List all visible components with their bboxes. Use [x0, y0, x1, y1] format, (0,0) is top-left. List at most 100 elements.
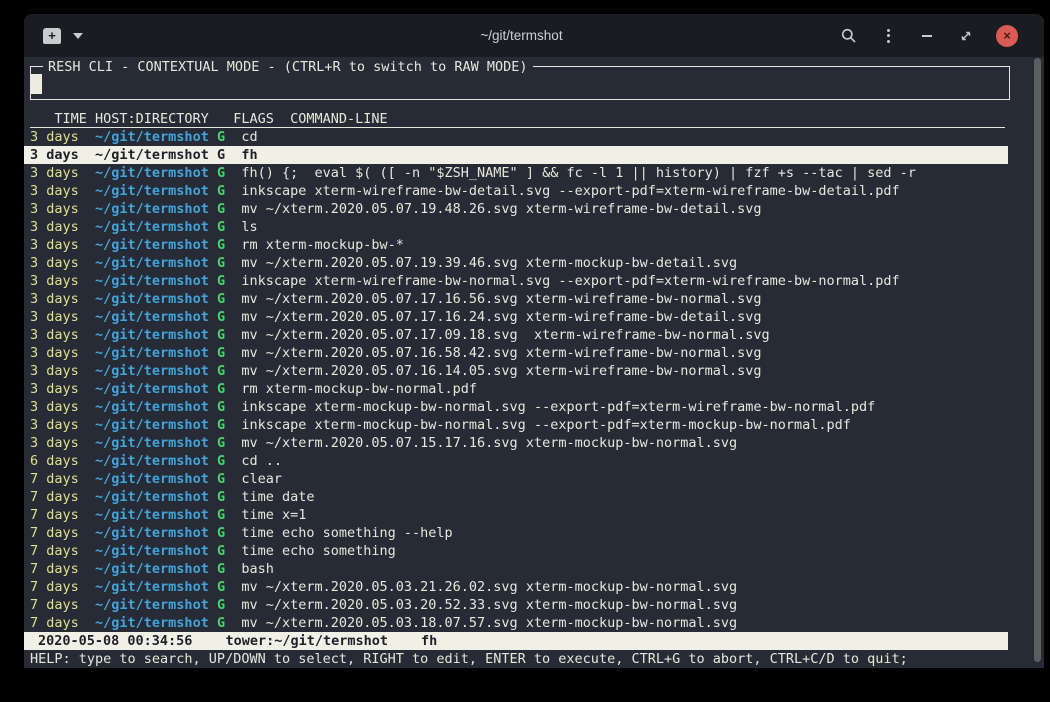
cell-time: 7 days [30, 489, 95, 505]
cell-time: 7 days [30, 525, 95, 541]
cell-time: 7 days [30, 543, 95, 559]
cell-cmd: mv ~/xterm.2020.05.07.17.09.18.svg xterm… [241, 327, 769, 343]
cell-cmd: inkscape xterm-wireframe-bw-normal.svg -… [241, 273, 899, 289]
cell-flag: G [217, 309, 241, 325]
restore-button[interactable] [957, 27, 975, 45]
scrollbar[interactable] [1030, 57, 1044, 668]
cell-flag: G [217, 381, 241, 397]
search-icon[interactable] [840, 27, 858, 45]
new-tab-button[interactable]: + [43, 28, 61, 44]
cell-time: 3 days [30, 219, 95, 235]
history-row-selected[interactable]: 3 days ~/git/termshot G fh [24, 146, 1008, 164]
cell-cmd: inkscape xterm-mockup-bw-normal.svg --ex… [241, 417, 851, 433]
scrollbar-thumb[interactable] [1034, 58, 1041, 662]
status-command: fh [421, 633, 437, 649]
cell-cmd: cd [241, 129, 257, 145]
history-row[interactable]: 3 days ~/git/termshot G inkscape xterm-w… [24, 272, 1008, 290]
history-row[interactable]: 3 days ~/git/termshot G cd [24, 128, 1008, 146]
cell-dir: ~/git/termshot [95, 291, 217, 307]
history-row[interactable]: 3 days ~/git/termshot G mv ~/xterm.2020.… [24, 326, 1008, 344]
cell-dir: ~/git/termshot [95, 381, 217, 397]
cell-flag: G [217, 237, 241, 253]
cell-cmd: bash [241, 561, 274, 577]
history-row[interactable]: 6 days ~/git/termshot G cd .. [24, 452, 1008, 470]
history-row[interactable]: 3 days ~/git/termshot G fh() {; eval $( … [24, 164, 1008, 182]
cell-dir: ~/git/termshot [95, 165, 217, 181]
cell-flag: G [217, 399, 241, 415]
cell-dir: ~/git/termshot [95, 255, 217, 271]
cell-flag: G [217, 291, 241, 307]
cell-time: 3 days [30, 381, 95, 397]
history-row[interactable]: 3 days ~/git/termshot G ls [24, 218, 1008, 236]
cell-dir: ~/git/termshot [95, 525, 217, 541]
text-cursor [31, 74, 42, 94]
cell-flag: G [217, 255, 241, 271]
history-row[interactable]: 3 days ~/git/termshot G inkscape xterm-m… [24, 416, 1008, 434]
history-row[interactable]: 3 days ~/git/termshot G mv ~/xterm.2020.… [24, 254, 1008, 272]
history-row[interactable]: 3 days ~/git/termshot G inkscape xterm-w… [24, 182, 1008, 200]
status-datetime: 2020-05-08 00:34:56 [38, 633, 192, 649]
history-row[interactable]: 3 days ~/git/termshot G mv ~/xterm.2020.… [24, 308, 1008, 326]
cell-flag: G [217, 543, 241, 559]
window-title: ~/git/termshot [203, 28, 840, 43]
history-row[interactable]: 3 days ~/git/termshot G rm xterm-mockup-… [24, 380, 1008, 398]
cell-dir: ~/git/termshot [95, 597, 217, 613]
history-row[interactable]: 7 days ~/git/termshot G mv ~/xterm.2020.… [24, 596, 1008, 614]
help-line: HELP: type to search, UP/DOWN to select,… [24, 650, 1044, 668]
cell-cmd: clear [241, 471, 282, 487]
cell-dir: ~/git/termshot [95, 201, 217, 217]
cell-dir: ~/git/termshot [95, 273, 217, 289]
cell-flag: G [217, 363, 241, 379]
cell-time: 3 days [30, 327, 95, 343]
cell-cmd: inkscape xterm-mockup-bw-normal.svg --ex… [241, 399, 875, 415]
cell-dir: ~/git/termshot [95, 363, 217, 379]
cell-flag: G [217, 561, 241, 577]
cell-time: 3 days [30, 183, 95, 199]
history-row[interactable]: 7 days ~/git/termshot G mv ~/xterm.2020.… [24, 614, 1008, 632]
cell-time: 3 days [30, 309, 95, 325]
history-row[interactable]: 3 days ~/git/termshot G mv ~/xterm.2020.… [24, 200, 1008, 218]
cell-cmd: fh [241, 147, 257, 163]
cell-dir: ~/git/termshot [95, 615, 217, 631]
cell-time: 3 days [30, 435, 95, 451]
cell-cmd: inkscape xterm-wireframe-bw-detail.svg -… [241, 183, 899, 199]
history-row[interactable]: 3 days ~/git/termshot G rm xterm-mockup-… [24, 236, 1008, 254]
history-row[interactable]: 3 days ~/git/termshot G mv ~/xterm.2020.… [24, 362, 1008, 380]
table-header: TIME HOST:DIRECTORY FLAGS COMMAND-LINE [30, 110, 1005, 128]
cell-time: 7 days [30, 561, 95, 577]
cell-cmd: time date [241, 489, 314, 505]
history-row[interactable]: 3 days ~/git/termshot G mv ~/xterm.2020.… [24, 344, 1008, 362]
history-row[interactable]: 3 days ~/git/termshot G mv ~/xterm.2020.… [24, 290, 1008, 308]
cell-flag: G [217, 597, 241, 613]
history-row[interactable]: 3 days ~/git/termshot G inkscape xterm-m… [24, 398, 1008, 416]
search-box[interactable]: RESH CLI - CONTEXTUAL MODE - (CTRL+R to … [30, 66, 1010, 100]
history-row[interactable]: 7 days ~/git/termshot G time echo someth… [24, 542, 1008, 560]
history-row[interactable]: 7 days ~/git/termshot G mv ~/xterm.2020.… [24, 578, 1008, 596]
cell-time: 3 days [30, 417, 95, 433]
cell-cmd: time echo something [241, 543, 395, 559]
cell-dir: ~/git/termshot [95, 453, 217, 469]
tab-dropdown-caret-icon[interactable] [73, 33, 83, 39]
cell-cmd: time x=1 [241, 507, 306, 523]
cell-dir: ~/git/termshot [95, 543, 217, 559]
cell-cmd: ls [241, 219, 257, 235]
history-row[interactable]: 7 days ~/git/termshot G bash [24, 560, 1008, 578]
cell-cmd: rm xterm-mockup-bw-* [241, 237, 404, 253]
status-bar: 2020-05-08 00:34:56tower:~/git/termshotf… [24, 632, 1008, 650]
history-row[interactable]: 3 days ~/git/termshot G mv ~/xterm.2020.… [24, 434, 1008, 452]
minimize-button[interactable] [918, 27, 936, 45]
cell-time: 3 days [30, 345, 95, 361]
history-row[interactable]: 7 days ~/git/termshot G time x=1 [24, 506, 1008, 524]
cell-flag: G [217, 273, 241, 289]
history-row[interactable]: 7 days ~/git/termshot G time echo someth… [24, 524, 1008, 542]
restore-icon [960, 30, 972, 42]
menu-kebab-icon[interactable] [879, 27, 897, 45]
new-tab-icon: + [48, 28, 56, 43]
cell-cmd: mv ~/xterm.2020.05.07.19.48.26.svg xterm… [241, 201, 761, 217]
close-button[interactable]: × [996, 25, 1018, 47]
history-row[interactable]: 7 days ~/git/termshot G clear [24, 470, 1008, 488]
cell-flag: G [217, 129, 241, 145]
cell-time: 3 days [30, 201, 95, 217]
cell-flag: G [217, 183, 241, 199]
history-row[interactable]: 7 days ~/git/termshot G time date [24, 488, 1008, 506]
